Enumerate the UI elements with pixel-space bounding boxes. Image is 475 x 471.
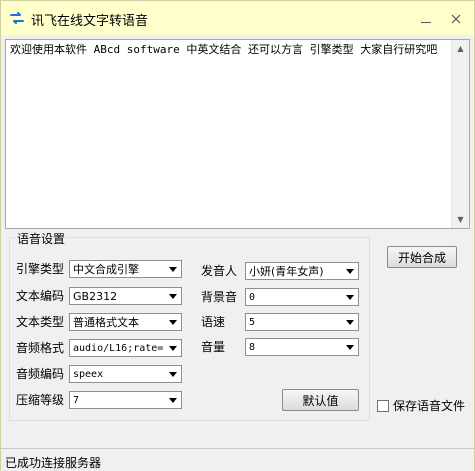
save-audio-label: 保存语音文件 [393, 399, 466, 413]
volume-label: 音量 [201, 340, 226, 354]
background-sound-value: 0 [249, 292, 256, 303]
audio-codec-label: 音频编码 [16, 367, 65, 381]
chevron-down-icon [165, 392, 181, 408]
chevron-down-icon [165, 366, 181, 382]
start-synthesis-button[interactable]: 开始合成 [387, 246, 457, 268]
background-sound-label: 背景音 [201, 290, 238, 304]
save-audio-checkbox[interactable] [377, 399, 389, 412]
compress-level-value: 7 [73, 395, 80, 406]
engine-type-select[interactable]: 中文合成引擎 [69, 260, 182, 278]
voice-value: 小妍(青年女声) [249, 265, 324, 278]
engine-type-label: 引擎类型 [16, 262, 65, 276]
voice-select[interactable]: 小妍(青年女声) [245, 262, 359, 280]
text-type-value: 普通格式文本 [73, 316, 139, 329]
speed-value: 5 [249, 317, 256, 328]
voice-label: 发音人 [201, 264, 238, 278]
text-type-select[interactable]: 普通格式文本 [69, 313, 182, 331]
status-text: 已成功连接服务器 [5, 456, 102, 470]
text-type-label: 文本类型 [16, 315, 65, 329]
scroll-up-icon[interactable]: ▲ [452, 40, 469, 57]
chevron-down-icon [342, 339, 358, 355]
text-encoding-select[interactable]: GB2312 [69, 287, 182, 305]
close-button[interactable] [443, 8, 469, 30]
chevron-down-icon [342, 263, 358, 279]
title-bar: 讯飞在线文字转语音 [1, 1, 474, 35]
app-icon [9, 10, 25, 26]
audio-codec-value: speex [73, 369, 104, 380]
text-encoding-label: 文本编码 [16, 289, 65, 303]
background-sound-select[interactable]: 0 [245, 288, 359, 306]
minimize-button[interactable] [413, 8, 439, 30]
status-bar: 已成功连接服务器 [1, 448, 474, 471]
chevron-down-icon [165, 314, 181, 330]
engine-type-value: 中文合成引擎 [73, 263, 139, 276]
volume-value: 8 [249, 342, 256, 353]
window-title: 讯飞在线文字转语音 [31, 14, 149, 29]
minimize-icon [421, 21, 431, 23]
audio-format-select[interactable]: audio/L16;rate= [69, 339, 182, 357]
app-window: 讯飞在线文字转语音 欢迎使用本软件 ABcd software 中英文结合 还可… [0, 0, 475, 471]
audio-codec-select[interactable]: speex [69, 365, 182, 383]
scroll-down-icon[interactable]: ▼ [452, 211, 469, 228]
text-input-value[interactable]: 欢迎使用本软件 ABcd software 中英文结合 还可以方言 引擎类型 大… [10, 43, 446, 56]
chevron-down-icon [165, 261, 181, 277]
chevron-down-icon [165, 288, 181, 304]
chevron-down-icon [342, 314, 358, 330]
compress-level-select[interactable]: 7 [69, 391, 182, 409]
chevron-down-icon [342, 289, 358, 305]
text-input-area[interactable]: 欢迎使用本软件 ABcd software 中英文结合 还可以方言 引擎类型 大… [5, 39, 470, 229]
audio-format-value: audio/L16;rate= [73, 343, 164, 354]
volume-select[interactable]: 8 [245, 338, 359, 356]
voice-settings-title: 语音设置 [15, 230, 68, 247]
text-encoding-value: GB2312 [73, 290, 118, 303]
audio-format-label: 音频格式 [16, 341, 65, 355]
vertical-scrollbar[interactable]: ▲ ▼ [451, 40, 469, 228]
close-icon [451, 14, 461, 24]
compress-level-label: 压缩等级 [16, 393, 65, 407]
speed-select[interactable]: 5 [245, 313, 359, 331]
speed-label: 语速 [201, 315, 226, 329]
chevron-down-icon [165, 340, 181, 356]
default-values-button[interactable]: 默认值 [282, 389, 359, 411]
save-audio-option[interactable]: 保存语音文件 [377, 397, 465, 414]
